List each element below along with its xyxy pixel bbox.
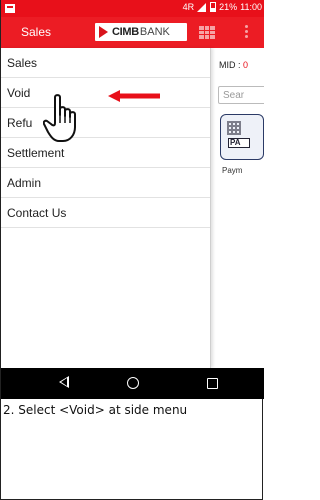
phone-frame: 4R 21% 11:00 Sales CIMB BANK MID : 0 Sea…	[0, 0, 264, 500]
logo-text-cimb: CIMB	[112, 26, 139, 38]
menu-item-label: Void	[7, 85, 31, 100]
menu-item-contact-us[interactable]: Contact Us	[1, 198, 210, 228]
tab-sales[interactable]: Sales	[21, 25, 51, 39]
main-content-behind-drawer: MID : 0 Sear PA Paym	[212, 48, 264, 368]
battery-percent: 21%	[219, 2, 238, 12]
qr-code-icon	[227, 121, 241, 135]
menu-item-admin[interactable]: Admin	[1, 168, 210, 198]
payment-badge: PA	[228, 138, 250, 148]
mid-caption: MID :	[219, 60, 241, 70]
status-indicators: 4R 21% 11:00	[183, 2, 262, 12]
mid-value: 0	[243, 60, 249, 70]
network-label: 4R	[182, 2, 195, 12]
battery-icon	[210, 2, 217, 12]
cimb-bank-logo: CIMB BANK	[95, 23, 187, 41]
mid-label: MID : 0	[219, 60, 248, 70]
home-circle-icon[interactable]	[127, 377, 139, 389]
red-arrow-icon	[108, 90, 160, 102]
apps-grid-icon[interactable]	[199, 26, 215, 39]
overflow-menu-icon[interactable]	[245, 25, 249, 39]
payment-tile-label: Paym	[222, 166, 243, 175]
hand-pointer-icon	[43, 94, 76, 142]
instruction-caption: 2. Select <Void> at side menu	[3, 403, 188, 417]
menu-item-void[interactable]: Void	[1, 78, 210, 108]
recent-square-icon[interactable]	[207, 378, 218, 389]
side-drawer-menu: Sales Void Refu Settlement Admin Contact…	[1, 48, 211, 368]
app-toolbar: Sales CIMB BANK	[1, 17, 264, 48]
menu-item-label: Sales	[7, 55, 38, 70]
cimb-logo-mark-icon	[99, 26, 108, 38]
menu-item-label: Admin	[7, 175, 42, 190]
notification-icon	[5, 4, 15, 13]
logo-text-bank: BANK	[139, 26, 170, 38]
search-placeholder: Sear	[223, 90, 245, 101]
menu-item-label: Contact Us	[7, 205, 67, 220]
menu-item-refund[interactable]: Refu	[1, 108, 210, 138]
signal-icon	[197, 2, 207, 12]
payment-tile[interactable]: PA	[220, 114, 264, 160]
back-triangle-icon[interactable]	[59, 376, 69, 388]
menu-item-label: Settlement	[7, 145, 65, 160]
clock: 11:00	[240, 2, 262, 12]
search-input[interactable]: Sear	[218, 86, 264, 104]
menu-item-sales[interactable]: Sales	[1, 48, 210, 78]
status-bar: 4R 21% 11:00	[1, 0, 264, 17]
menu-item-settlement[interactable]: Settlement	[1, 138, 210, 168]
menu-item-label: Refu	[7, 115, 33, 130]
system-nav-bar	[1, 368, 264, 399]
